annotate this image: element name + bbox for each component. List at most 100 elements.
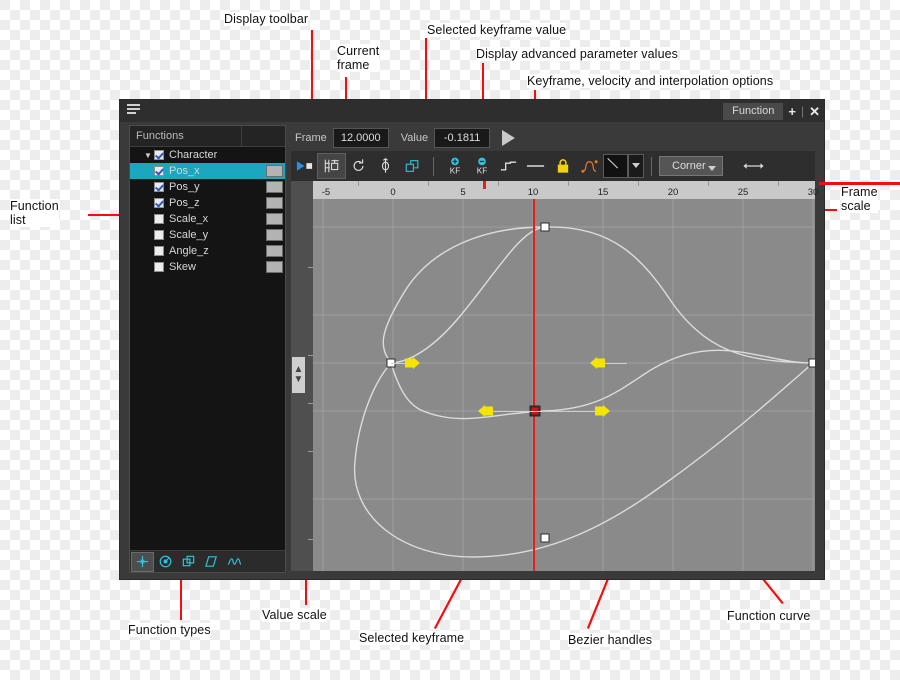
frame-tick-label: 25 — [737, 187, 749, 198]
toolbar-separator-2 — [651, 156, 652, 176]
show-grid-icon[interactable] — [317, 153, 346, 179]
play-advanced-parameters-icon[interactable] — [502, 130, 516, 146]
header-separator — [241, 126, 242, 146]
color-swatch[interactable] — [266, 197, 283, 209]
annotation-display-toolbar: Display toolbar — [224, 12, 309, 26]
leader-function-types — [180, 578, 182, 620]
value-scale-handle[interactable]: ▲ ▼ — [292, 356, 305, 393]
add-view-icon[interactable]: + — [788, 105, 796, 118]
grid-vertical — [322, 199, 814, 571]
curve-svg — [313, 199, 815, 571]
frame-tick-label: 10 — [527, 187, 539, 198]
frame-scale-highlight — [819, 182, 900, 185]
checkbox-scale-y[interactable] — [154, 230, 164, 240]
curve-preset-dropdown-icon[interactable] — [628, 154, 644, 178]
reset-view-icon[interactable] — [345, 154, 372, 178]
frame-tick-label: -5 — [321, 187, 331, 198]
color-swatch[interactable] — [266, 181, 283, 193]
color-swatch[interactable] — [266, 213, 283, 225]
chevron-down-icon[interactable]: ▼ — [142, 151, 154, 160]
color-swatch[interactable] — [266, 229, 283, 241]
list-item-label: Character — [169, 149, 218, 161]
checkbox-pos-y[interactable] — [154, 182, 164, 192]
annotation-value-scale: Value scale — [262, 608, 327, 622]
value-scale[interactable]: 0.4 0.2 -0.0 -0.2 -0.4 ▲▼ — [291, 181, 342, 571]
add-keyframe-icon[interactable]: KF — [441, 154, 468, 178]
list-item-label: Skew — [169, 261, 196, 273]
lock-keyframe-icon[interactable] — [549, 154, 576, 178]
function-curves — [353, 226, 814, 558]
step-interpolation-icon[interactable] — [495, 154, 522, 178]
keyframe-marker[interactable] — [540, 533, 550, 543]
function-types-toolbar — [130, 550, 285, 572]
delete-keyframe-icon[interactable]: KF — [468, 154, 495, 178]
frame-tick-label: 0 — [390, 187, 396, 198]
keyframe-toolbar-group: KF KF — [441, 151, 644, 181]
svg-text:KF: KF — [476, 166, 486, 175]
list-item-pos-x[interactable]: Pos_x — [130, 163, 285, 179]
list-item-angle-z[interactable]: Angle_z — [130, 243, 285, 259]
show-selection-frame-icon[interactable] — [399, 154, 426, 178]
list-item-pos-z[interactable]: Pos_z — [130, 195, 285, 211]
list-item-pos-y[interactable]: Pos_y — [130, 179, 285, 195]
list-item-label: Angle_z — [169, 245, 209, 257]
keyframe-marker[interactable] — [808, 358, 815, 368]
list-item-character[interactable]: ▼ Character — [130, 147, 285, 163]
function-list-header: Functions — [130, 126, 285, 147]
constant-segment-icon[interactable] — [522, 154, 549, 178]
annotation-display-advanced-parameter-values: Display advanced parameter values — [476, 47, 679, 61]
annotation-frame-scale: Frame scale — [841, 185, 878, 213]
color-swatch[interactable] — [266, 261, 283, 273]
annotation-keyframe-velocity-interpolation-options: Keyframe, velocity and interpolation opt… — [527, 74, 774, 88]
list-item-skew[interactable]: Skew — [130, 259, 285, 275]
checkbox-scale-x[interactable] — [154, 214, 164, 224]
bezier-handle-right[interactable] — [391, 357, 421, 369]
bezier-function-icon[interactable] — [131, 551, 154, 572]
annotation-function-types: Function types — [128, 623, 211, 637]
color-swatch[interactable] — [266, 165, 283, 177]
annotation-current-frame: Current frame — [337, 44, 380, 72]
3d-path-function-icon[interactable] — [178, 553, 199, 571]
frame-value-field-bar: Frame 12.0000 Value -0.1811 — [291, 125, 815, 151]
graph-pane: Frame 12.0000 Value -0.1811 KF KF Corner… — [291, 125, 900, 571]
bezier-handle-left[interactable] — [590, 357, 627, 369]
current-frame-playhead[interactable] — [533, 199, 535, 571]
checkbox-angle-z[interactable] — [154, 246, 164, 256]
expression-function-icon[interactable] — [224, 553, 245, 571]
hamburger-menu-icon[interactable] — [127, 104, 140, 117]
checkbox-pos-z[interactable] — [154, 198, 164, 208]
value-input[interactable]: -0.1811 — [434, 128, 491, 148]
linear-curve-swatch[interactable] — [603, 154, 628, 178]
editor-toolbar: KF KF Corner — [291, 151, 815, 181]
list-item-label: Scale_x — [169, 213, 209, 225]
close-icon[interactable]: ✕ — [809, 105, 820, 118]
frame-tick-label: 15 — [597, 187, 609, 198]
list-item-scale-x[interactable]: Scale_x — [130, 211, 285, 227]
svg-text:KF: KF — [449, 166, 459, 175]
checkbox-pos-x[interactable] — [154, 166, 164, 176]
frame-tick-label: 20 — [667, 187, 679, 198]
function-curve-plot[interactable] — [313, 199, 815, 571]
bezier-handle-right[interactable] — [535, 405, 613, 417]
corner-select[interactable]: Corner — [659, 156, 723, 176]
link-bezier-handles-icon[interactable] — [741, 154, 768, 178]
list-item-scale-y[interactable]: Scale_y — [130, 227, 285, 243]
show-current-frame-icon[interactable] — [291, 154, 318, 178]
color-swatch[interactable] — [266, 245, 283, 257]
toolbar-separator — [433, 156, 434, 176]
list-item-label: Scale_y — [169, 229, 209, 241]
checkbox-character[interactable] — [154, 150, 164, 160]
ease-function-icon[interactable] — [155, 553, 176, 571]
keyframe-marker[interactable] — [540, 222, 550, 232]
velocity-function-icon[interactable] — [201, 553, 222, 571]
tab-function[interactable]: Function — [723, 102, 784, 120]
list-item-label: Pos_y — [169, 181, 200, 193]
list-item-label: Pos_z — [169, 197, 200, 209]
show-velocity-icon[interactable] — [372, 154, 399, 178]
frame-tick-label: 30 — [807, 187, 819, 198]
bezier-handle-left[interactable] — [478, 405, 539, 417]
function-editor-window: Function + | ✕ Functions ▼ Character Pos… — [119, 99, 900, 580]
checkbox-skew[interactable] — [154, 262, 164, 272]
frame-input[interactable]: 12.0000 — [332, 128, 389, 148]
frame-scale[interactable]: -5 0 5 10 15 20 25 30 — [313, 181, 900, 245]
